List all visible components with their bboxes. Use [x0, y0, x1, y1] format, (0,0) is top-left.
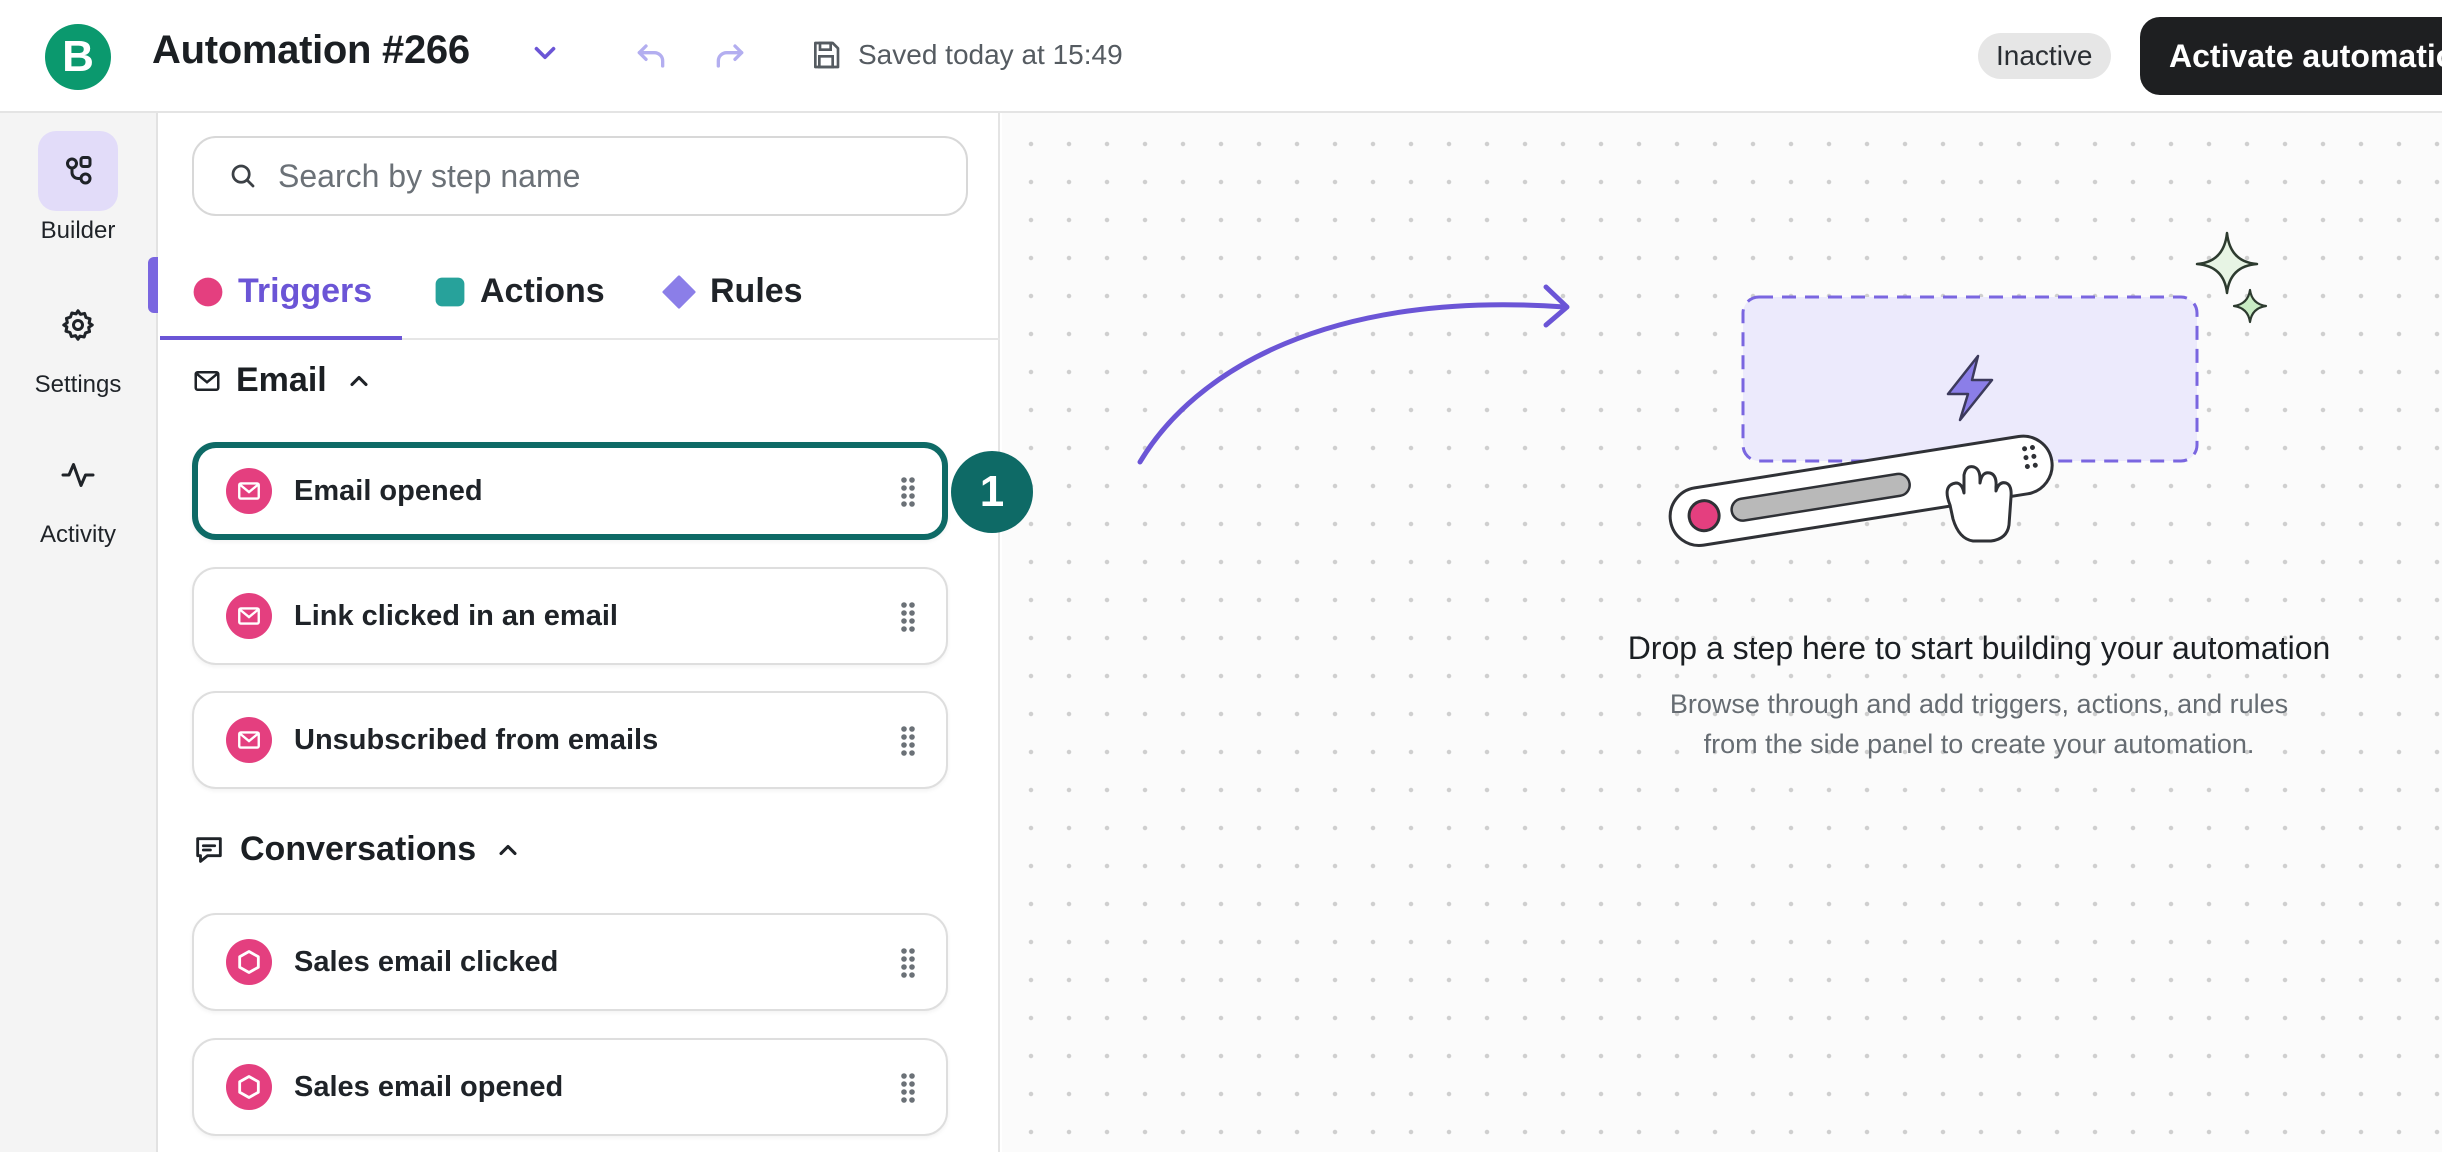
hexagon-icon — [226, 939, 272, 985]
nav-label-settings: Settings — [34, 371, 122, 398]
empty-state-line-2: from the side panel to create your autom… — [1703, 729, 2255, 759]
step-label: Email opened — [294, 474, 483, 507]
tab-rules[interactable]: Rules — [662, 243, 803, 340]
step-label: Sales email opened — [294, 1070, 564, 1103]
section-email-header[interactable]: Email — [192, 361, 373, 400]
drag-handle-icon[interactable] — [900, 476, 916, 508]
nav-label-builder: Builder — [40, 217, 116, 244]
tab-actions[interactable]: Actions — [434, 243, 605, 340]
top-bar: B Automation #266 Saved today at 15:49 I… — [0, 0, 2442, 113]
hexagon-icon — [226, 1064, 272, 1110]
rule-diamond-icon — [662, 274, 696, 309]
section-email-title: Email — [236, 361, 327, 399]
left-navigation: Builder Settings Activity — [0, 113, 158, 1152]
step-label: Sales email clicked — [294, 945, 559, 978]
status-badge: Inactive — [1978, 33, 2111, 79]
step-sales-email-clicked[interactable]: Sales email clicked — [192, 913, 948, 1011]
mail-icon — [226, 593, 272, 639]
empty-state-line-1: Browse through and add triggers, actions… — [1669, 689, 2289, 719]
tab-label-triggers: Triggers — [238, 272, 373, 310]
builder-icon — [66, 156, 92, 185]
chevron-up-icon — [350, 375, 368, 386]
save-icon — [814, 41, 840, 69]
nav-item-settings[interactable]: Settings — [0, 285, 156, 399]
empty-state-title: Drop a step here to start building your … — [1627, 630, 2331, 666]
trigger-dot-icon — [193, 277, 223, 306]
step-label: Link clicked in an email — [294, 599, 618, 632]
saved-status: Saved today at 15:49 — [858, 39, 1123, 70]
nav-item-builder[interactable]: Builder — [0, 131, 156, 245]
step-email-opened[interactable]: Email opened — [192, 442, 948, 540]
step-type-tabs: Triggers Actions Rules — [160, 243, 1000, 340]
tab-label-actions: Actions — [480, 272, 605, 310]
mail-icon — [226, 717, 272, 763]
drag-handle-icon[interactable] — [900, 1072, 916, 1104]
mail-icon — [226, 468, 272, 514]
gear-icon — [62, 309, 94, 341]
steps-panel: Triggers Actions Rules Email Email opene… — [160, 113, 1000, 1152]
chevron-down-icon[interactable] — [528, 36, 562, 70]
drag-handle-icon[interactable] — [900, 601, 916, 633]
step-link-clicked[interactable]: Link clicked in an email — [192, 567, 948, 665]
step-sales-email-opened[interactable]: Sales email opened — [192, 1038, 948, 1136]
pulse-icon — [61, 463, 95, 487]
tab-triggers[interactable]: Triggers — [192, 243, 372, 340]
section-conversations-header[interactable]: Conversations — [192, 830, 522, 869]
undo-icon[interactable] — [631, 36, 671, 76]
arrow-icon — [1137, 302, 1568, 465]
search-box[interactable] — [192, 136, 968, 216]
activate-automation-button[interactable]: Activate automation — [2140, 17, 2442, 95]
chevron-up-icon — [499, 844, 517, 855]
action-square-icon — [435, 277, 465, 306]
brand-logo[interactable]: B — [45, 24, 111, 90]
nav-item-activity[interactable]: Activity — [0, 435, 156, 549]
drag-handle-icon[interactable] — [900, 725, 916, 757]
chat-icon — [196, 836, 222, 863]
search-icon — [231, 164, 255, 188]
active-tab-underline — [160, 336, 402, 340]
search-input[interactable] — [278, 157, 928, 195]
sparkle-icon — [2232, 288, 2268, 324]
drag-handle-icon[interactable] — [900, 947, 916, 979]
mail-icon — [194, 370, 220, 391]
step-number-callout: 1 — [951, 451, 1033, 533]
nav-label-activity: Activity — [39, 521, 116, 548]
empty-state-description: Browse through and add triggers, actions… — [1580, 684, 2378, 764]
tab-label-rules: Rules — [710, 272, 803, 310]
redo-icon[interactable] — [710, 36, 750, 76]
step-unsubscribed[interactable]: Unsubscribed from emails — [192, 691, 948, 789]
automation-title[interactable]: Automation #266 — [152, 28, 470, 73]
canvas-illustration — [1137, 231, 2268, 547]
section-conversations-title: Conversations — [240, 830, 477, 868]
step-label: Unsubscribed from emails — [294, 723, 659, 756]
sparkle-icon — [2195, 231, 2259, 295]
